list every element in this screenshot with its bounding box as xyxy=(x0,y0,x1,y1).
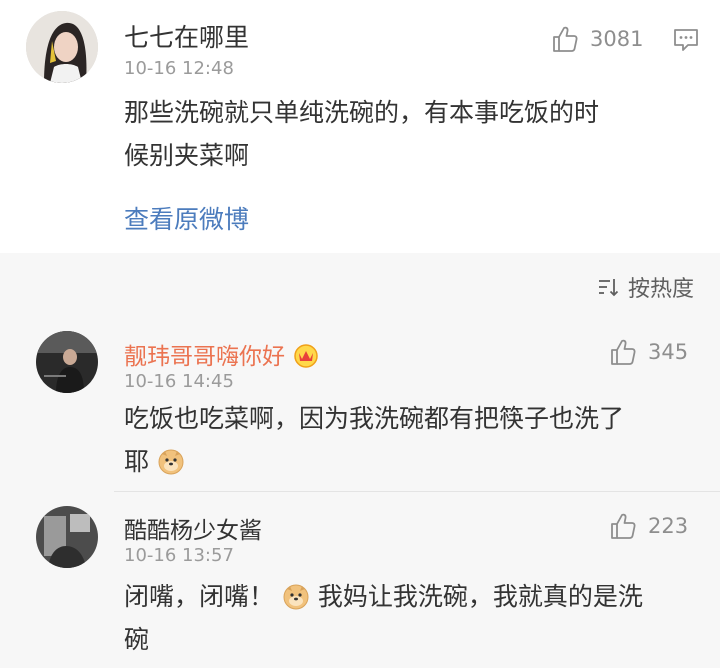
comment-text-line: 候别夹菜啊 xyxy=(124,141,250,170)
reply-button[interactable] xyxy=(672,26,700,58)
reply-timestamp: 10-16 14:45 xyxy=(124,371,234,392)
comment-username[interactable]: 七七在哪里 xyxy=(124,18,249,54)
reply-text-line-2: 耶 xyxy=(124,440,694,483)
comment-text: 那些洗碗就只单纯洗碗的，有本事吃饭的时 候别夹菜啊 xyxy=(124,91,694,177)
divider xyxy=(114,491,720,492)
reply-username[interactable]: 酷酷杨少女酱 xyxy=(124,511,262,545)
avatar[interactable] xyxy=(36,506,98,568)
avatar-image xyxy=(26,11,98,83)
sort-icon xyxy=(598,279,619,297)
sort-label: 按热度 xyxy=(627,277,694,302)
main-comment: 七七在哪里 10-16 12:48 3081 那些洗碗就只单纯洗碗的，有本事吃饭… xyxy=(0,0,720,253)
avatar[interactable] xyxy=(26,11,98,83)
doge-emoji-icon xyxy=(283,584,309,610)
like-button[interactable]: 345 xyxy=(608,337,688,367)
comment-icon xyxy=(674,29,698,51)
avatar-image xyxy=(36,506,98,568)
like-button[interactable]: 223 xyxy=(608,511,688,541)
thumbs-up-icon xyxy=(553,26,578,52)
reply-text: 吃饭也吃菜啊，因为我洗碗都有把筷子也洗了 耶 xyxy=(124,397,694,483)
comment-timestamp: 10-16 12:48 xyxy=(124,58,234,79)
like-count: 3081 xyxy=(590,27,644,51)
reply-text: 闭嘴，闭嘴！ 我妈让我洗碗，我就真的是洗 碗 xyxy=(124,575,704,661)
avatar[interactable] xyxy=(36,331,98,393)
like-count: 345 xyxy=(648,340,689,364)
reply-username[interactable]: 靓玮哥哥嗨你好 xyxy=(124,337,320,371)
comments-section: 按热度 靓玮哥哥嗨你好 10-16 14:45 345 吃饭也吃菜啊，因为我洗碗… xyxy=(0,253,720,668)
reply-text-segment: 耶 xyxy=(124,447,150,476)
reply-text-segment: 闭嘴，闭嘴！ xyxy=(124,582,275,611)
view-original-link[interactable]: 查看原微博 xyxy=(124,200,249,236)
reply-text-line: 闭嘴，闭嘴！ 我妈让我洗碗，我就真的是洗 xyxy=(124,575,704,618)
reply-username-text: 靓玮哥哥嗨你好 xyxy=(124,344,285,370)
reply-timestamp: 10-16 13:57 xyxy=(124,545,234,566)
reply-text-line: 吃饭也吃菜啊，因为我洗碗都有把筷子也洗了 xyxy=(124,404,625,433)
like-count: 223 xyxy=(648,514,689,538)
thumbs-up-icon xyxy=(611,513,636,539)
avatar-image xyxy=(36,331,98,393)
thumbs-up-icon xyxy=(611,339,636,365)
like-button[interactable]: 3081 xyxy=(550,24,643,54)
comment-text-line: 那些洗碗就只单纯洗碗的，有本事吃饭的时 xyxy=(124,98,600,127)
doge-emoji-icon xyxy=(158,449,184,475)
reply-text-segment: 我妈让我洗碗，我就真的是洗 xyxy=(317,582,643,611)
crown-badge-icon xyxy=(294,344,319,368)
sort-toggle[interactable]: 按热度 xyxy=(596,271,694,303)
reply-text-line: 碗 xyxy=(124,625,150,654)
